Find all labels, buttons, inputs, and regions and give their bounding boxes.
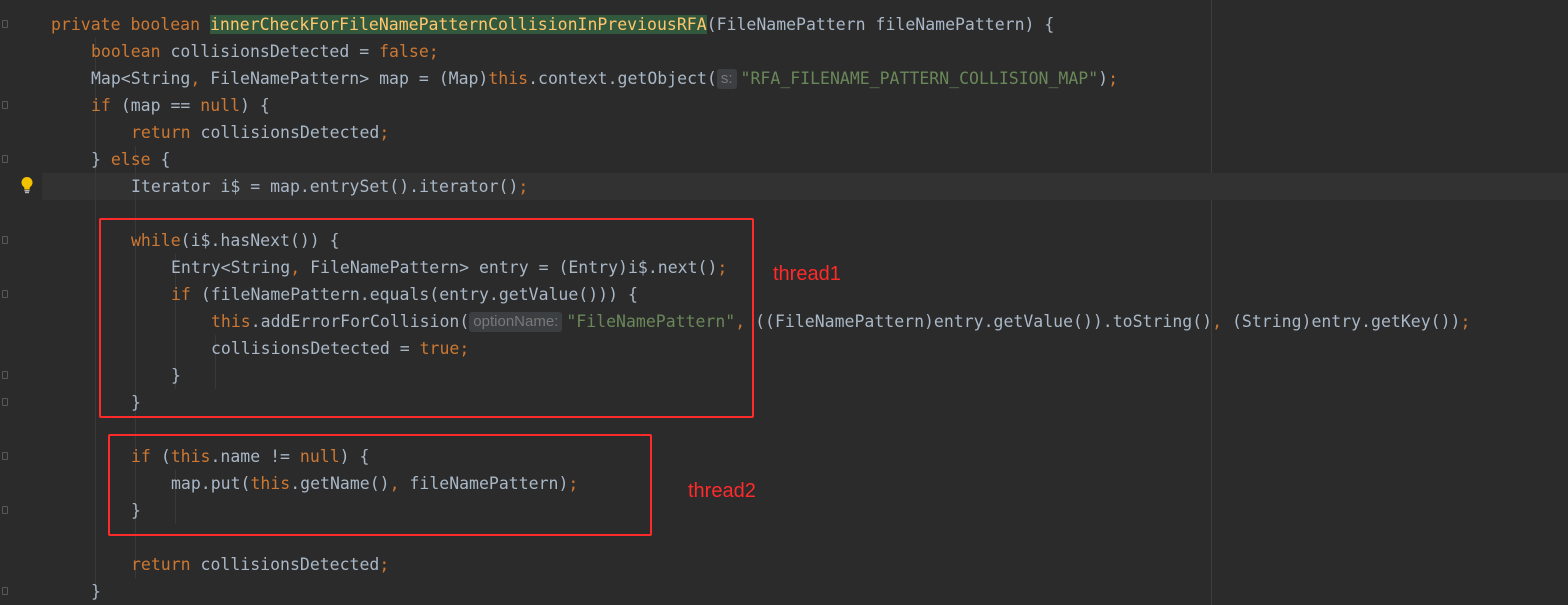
right-margin-guide xyxy=(1211,0,1212,605)
code-token: ; xyxy=(379,123,390,142)
fold-marker-icon[interactable] xyxy=(2,290,8,298)
code-token: ; xyxy=(428,42,439,61)
code-token: ((FileNamePattern)entry.getValue()).toSt… xyxy=(755,312,1213,331)
code-line[interactable]: Iterator i$ = map.entrySet().iterator(); xyxy=(131,173,528,200)
code-token: ; xyxy=(518,177,529,196)
code-token: innerCheckForFileNamePatternCollisionInP… xyxy=(209,15,707,34)
code-token: ; xyxy=(379,555,390,574)
code-token: "RFA_FILENAME_PATTERN_COLLISION_MAP" xyxy=(740,69,1099,88)
code-token: Map<String xyxy=(91,69,191,88)
fold-marker-icon[interactable] xyxy=(2,236,8,244)
code-line[interactable]: private boolean innerCheckForFileNamePat… xyxy=(51,11,1054,38)
code-token: private boolean xyxy=(51,15,210,34)
editor-gutter xyxy=(0,0,12,605)
code-token: this xyxy=(488,69,529,88)
fold-marker-icon[interactable] xyxy=(2,155,8,163)
thread1-highlight-box xyxy=(99,218,754,418)
lightbulb-icon[interactable] xyxy=(20,176,34,194)
code-token: (String)entry.getKey()) xyxy=(1231,312,1461,331)
code-token: Iterator i$ = map.entrySet().iterator() xyxy=(131,177,519,196)
code-token: FileNamePattern> map = (Map) xyxy=(210,69,489,88)
thread2-label: thread2 xyxy=(688,480,756,502)
indent-guide xyxy=(95,38,96,593)
fold-marker-icon[interactable] xyxy=(2,587,8,595)
code-token: ; xyxy=(1108,69,1119,88)
code-line[interactable]: boolean collisionsDetected = false; xyxy=(91,38,439,65)
code-token: ) xyxy=(1098,69,1109,88)
code-token: (FileNamePattern fileNamePattern) { xyxy=(706,15,1055,34)
code-line[interactable]: } else { xyxy=(91,146,170,173)
code-token: if xyxy=(91,96,121,115)
code-token: false xyxy=(379,42,429,61)
code-token: (map == xyxy=(120,96,201,115)
code-token: .context.getObject( xyxy=(528,69,717,88)
code-token: , xyxy=(1212,312,1232,331)
code-token: ; xyxy=(1460,312,1471,331)
code-token: ) { xyxy=(240,96,270,115)
code-line[interactable]: } xyxy=(91,578,101,605)
code-token: collisionsDetected xyxy=(200,555,380,574)
fold-marker-icon[interactable] xyxy=(2,371,8,379)
code-token: boolean xyxy=(91,42,171,61)
thread1-label: thread1 xyxy=(773,263,841,285)
code-line[interactable]: Map<String, FileNamePattern> map = (Map)… xyxy=(91,65,1118,92)
fold-marker-icon[interactable] xyxy=(2,452,8,460)
code-token: return xyxy=(131,555,201,574)
fold-marker-icon[interactable] xyxy=(2,20,8,28)
code-token: collisionsDetected xyxy=(200,123,380,142)
code-token: else xyxy=(110,150,161,169)
code-line[interactable]: if (map == null) { xyxy=(91,92,270,119)
code-token: , xyxy=(190,69,211,88)
code-line[interactable]: return collisionsDetected; xyxy=(131,119,389,146)
code-token: } xyxy=(91,150,111,169)
fold-marker-icon[interactable] xyxy=(2,101,8,109)
parameter-hint: s: xyxy=(716,69,737,89)
code-token: { xyxy=(160,150,171,169)
code-token: } xyxy=(91,582,101,601)
code-token: collisionsDetected = xyxy=(170,42,380,61)
code-line[interactable]: return collisionsDetected; xyxy=(131,551,389,578)
fold-marker-icon[interactable] xyxy=(2,506,8,514)
code-token: null xyxy=(200,96,241,115)
code-editor[interactable]: private boolean innerCheckForFileNamePat… xyxy=(0,0,1568,605)
fold-marker-icon[interactable] xyxy=(2,398,8,406)
thread2-highlight-box xyxy=(108,434,652,536)
code-token: return xyxy=(131,123,201,142)
